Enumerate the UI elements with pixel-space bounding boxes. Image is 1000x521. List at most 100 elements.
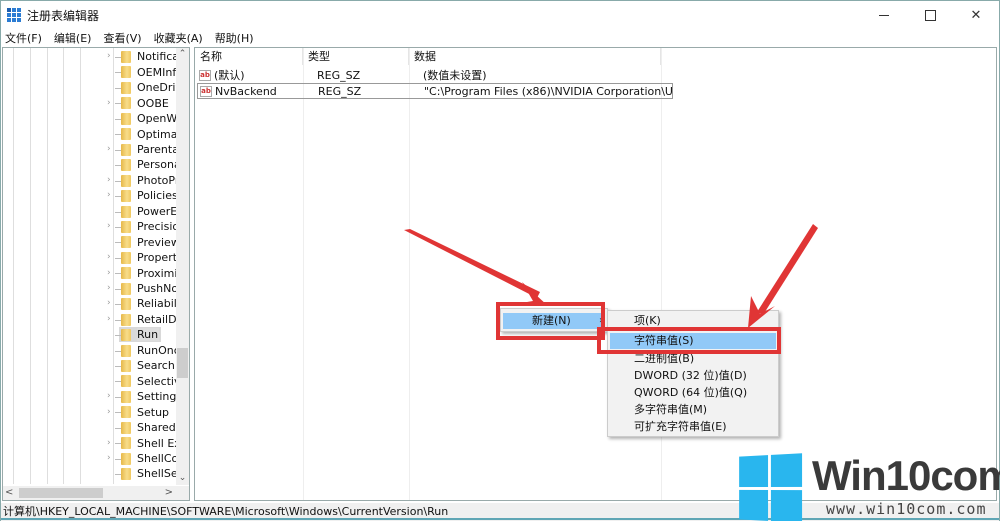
value-data: (数值未设置): [423, 69, 487, 82]
registry-values-pane: 名称 类型 数据 ab (默认) REG_SZ (数值未设置) ab NvBac…: [194, 47, 997, 501]
tree-item[interactable]: Selectiv: [3, 373, 177, 389]
tree-item[interactable]: SharedI: [3, 420, 177, 436]
expand-chevron-icon[interactable]: ›: [107, 451, 115, 466]
tree-item-label: SharedI: [137, 421, 177, 435]
menu-item-dword-value[interactable]: DWORD (32 位)值(D): [610, 368, 776, 384]
tree-item[interactable]: Preview: [3, 234, 177, 250]
window-title: 注册表编辑器: [27, 8, 100, 23]
tree-item[interactable]: › Policies: [3, 188, 177, 204]
folder-icon: [121, 51, 131, 63]
menu-favorites[interactable]: 收藏夹(A): [154, 30, 203, 46]
tree-item[interactable]: › Setup: [3, 404, 177, 420]
column-divider: [409, 48, 410, 500]
value-type: REG_SZ: [318, 84, 362, 98]
tree-item-label: Preview: [137, 235, 177, 249]
tree-horizontal-scrollbar[interactable]: < >: [3, 486, 189, 500]
expand-chevron-icon[interactable]: ›: [107, 266, 115, 281]
tree-item[interactable]: OEMInf: [3, 64, 177, 80]
tree-item-label: Persona: [137, 158, 177, 172]
tree-item-label: Policies: [137, 189, 177, 203]
tree-item-label: Optimal: [137, 127, 177, 141]
tree-item[interactable]: › Precisio: [3, 219, 177, 235]
folder-icon: [121, 66, 131, 79]
tree-item-label: Shell Ex: [137, 436, 177, 450]
tree-item-label: OOBE: [137, 96, 169, 110]
maximize-button[interactable]: [907, 1, 953, 29]
menu-edit[interactable]: 编辑(E): [54, 30, 92, 46]
tree-item[interactable]: › Parenta: [3, 142, 177, 158]
expand-chevron-icon[interactable]: ›: [107, 49, 115, 64]
tree-item[interactable]: Persona: [3, 157, 177, 173]
tree-item[interactable]: › Proximi: [3, 265, 177, 281]
tree-item[interactable]: OpenW: [3, 111, 177, 127]
tree-item[interactable]: ShellSer: [3, 466, 177, 482]
column-header-name[interactable]: 名称: [195, 48, 303, 65]
menu-view[interactable]: 查看(V): [103, 30, 141, 46]
menu-item-expandable-string-value[interactable]: 可扩充字符串值(E): [610, 419, 776, 435]
tree-item-label: OneDriv: [137, 81, 177, 95]
expand-chevron-icon[interactable]: ›: [107, 173, 115, 188]
scroll-left-icon[interactable]: <: [5, 486, 13, 500]
scroll-down-icon[interactable]: ⌄: [176, 472, 189, 485]
tree-item[interactable]: › Propert: [3, 250, 177, 266]
tree-item[interactable]: PowerE: [3, 204, 177, 220]
close-button[interactable]: ✕: [953, 1, 999, 29]
tree-item[interactable]: › PushNo: [3, 281, 177, 297]
expand-chevron-icon[interactable]: ›: [107, 312, 115, 327]
tree-item[interactable]: › Reliabili: [3, 296, 177, 312]
tree-item[interactable]: › Notifica: [3, 49, 177, 65]
horizontal-scroll-thumb[interactable]: [19, 488, 103, 498]
tree-item[interactable]: › PhotoPr: [3, 173, 177, 189]
tree-item[interactable]: Run: [3, 327, 177, 343]
tree-item[interactable]: › RetailDe: [3, 312, 177, 328]
tree-item[interactable]: RunOnc: [3, 343, 177, 359]
column-header-type[interactable]: 类型: [303, 48, 409, 65]
menu-file[interactable]: 文件(F): [5, 30, 42, 46]
expand-chevron-icon[interactable]: ›: [107, 188, 115, 203]
tree-vertical-scrollbar[interactable]: ⌃ ⌄: [176, 48, 189, 485]
expand-chevron-icon[interactable]: ›: [107, 142, 115, 157]
tree-item[interactable]: › OOBE: [3, 95, 177, 111]
tree-item[interactable]: › Setting!: [3, 389, 177, 405]
expand-chevron-icon[interactable]: ›: [107, 405, 115, 420]
folder-icon: [121, 375, 131, 388]
column-header-data[interactable]: 数据: [409, 48, 661, 65]
tree-item-label: Setup: [137, 405, 170, 419]
value-data: "C:\Program Files (x86)\NVIDIA Corporati…: [424, 84, 672, 98]
tree-item[interactable]: Optimal: [3, 126, 177, 142]
tree-item[interactable]: Search: [3, 358, 177, 374]
annotation-box-new: [496, 302, 605, 340]
vertical-scroll-thumb[interactable]: [177, 348, 188, 378]
watermark-url: www.win10com.com: [826, 500, 987, 518]
window-controls: ✕: [861, 1, 999, 29]
registry-editor-icon: [7, 8, 21, 22]
folder-icon: [121, 174, 131, 187]
tree-item[interactable]: OneDriv: [3, 80, 177, 96]
expand-chevron-icon[interactable]: ›: [107, 389, 115, 404]
column-divider: [303, 48, 304, 500]
expand-chevron-icon[interactable]: ›: [107, 219, 115, 234]
tree-item[interactable]: › ShellCo: [3, 451, 177, 467]
expand-chevron-icon[interactable]: ›: [107, 281, 115, 296]
value-name: (默认): [214, 69, 245, 82]
value-row[interactable]: ab (默认) REG_SZ (数值未设置): [197, 67, 671, 83]
tree-item-label: Search: [137, 359, 175, 373]
scroll-right-icon[interactable]: >: [165, 486, 173, 500]
scroll-up-icon[interactable]: ⌃: [176, 48, 189, 61]
expand-chevron-icon[interactable]: ›: [107, 296, 115, 311]
folder-icon: [121, 220, 131, 233]
menu-item-multi-string-value[interactable]: 多字符串值(M): [610, 402, 776, 418]
minimize-button[interactable]: [861, 1, 907, 29]
tree-item[interactable]: › Shell Ex: [3, 435, 177, 451]
tree-item-label: ShellSer: [137, 467, 177, 481]
menu-item-qword-value[interactable]: QWORD (64 位)值(Q): [610, 385, 776, 401]
expand-chevron-icon[interactable]: ›: [107, 96, 115, 111]
tree-item-label: PhotoPr: [137, 173, 177, 187]
folder-icon: [121, 267, 131, 280]
expand-chevron-icon[interactable]: ›: [107, 436, 115, 451]
title-bar: 注册表编辑器 ✕: [1, 1, 999, 29]
value-row[interactable]: ab NvBackend REG_SZ "C:\Program Files (x…: [197, 83, 673, 99]
expand-chevron-icon[interactable]: ›: [107, 250, 115, 265]
tree-item-label: Propert: [137, 251, 177, 265]
menu-help[interactable]: 帮助(H): [215, 30, 254, 46]
